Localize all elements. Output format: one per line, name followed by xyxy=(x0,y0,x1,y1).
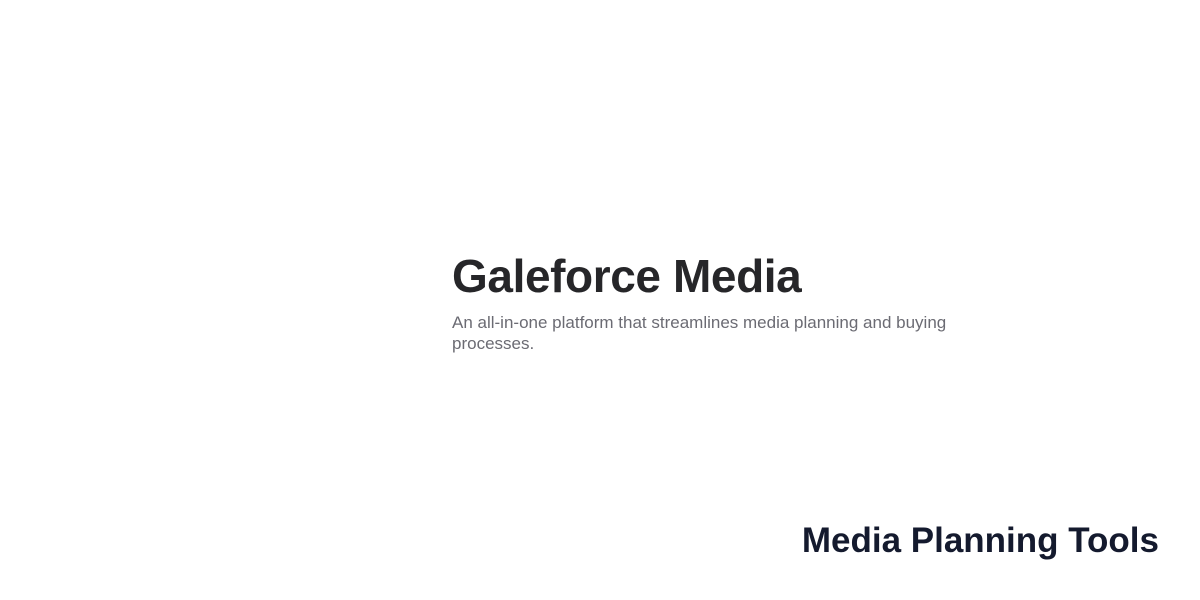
brand-title: Galeforce Media xyxy=(452,250,802,302)
page-canvas: Galeforce Media An all-in-one platform t… xyxy=(0,0,1200,600)
brand-tagline: An all-in-one platform that streamlines … xyxy=(452,313,947,353)
category-label: Media Planning Tools xyxy=(801,521,1159,560)
hero-section: Galeforce Media An all-in-one platform t… xyxy=(452,250,1012,354)
